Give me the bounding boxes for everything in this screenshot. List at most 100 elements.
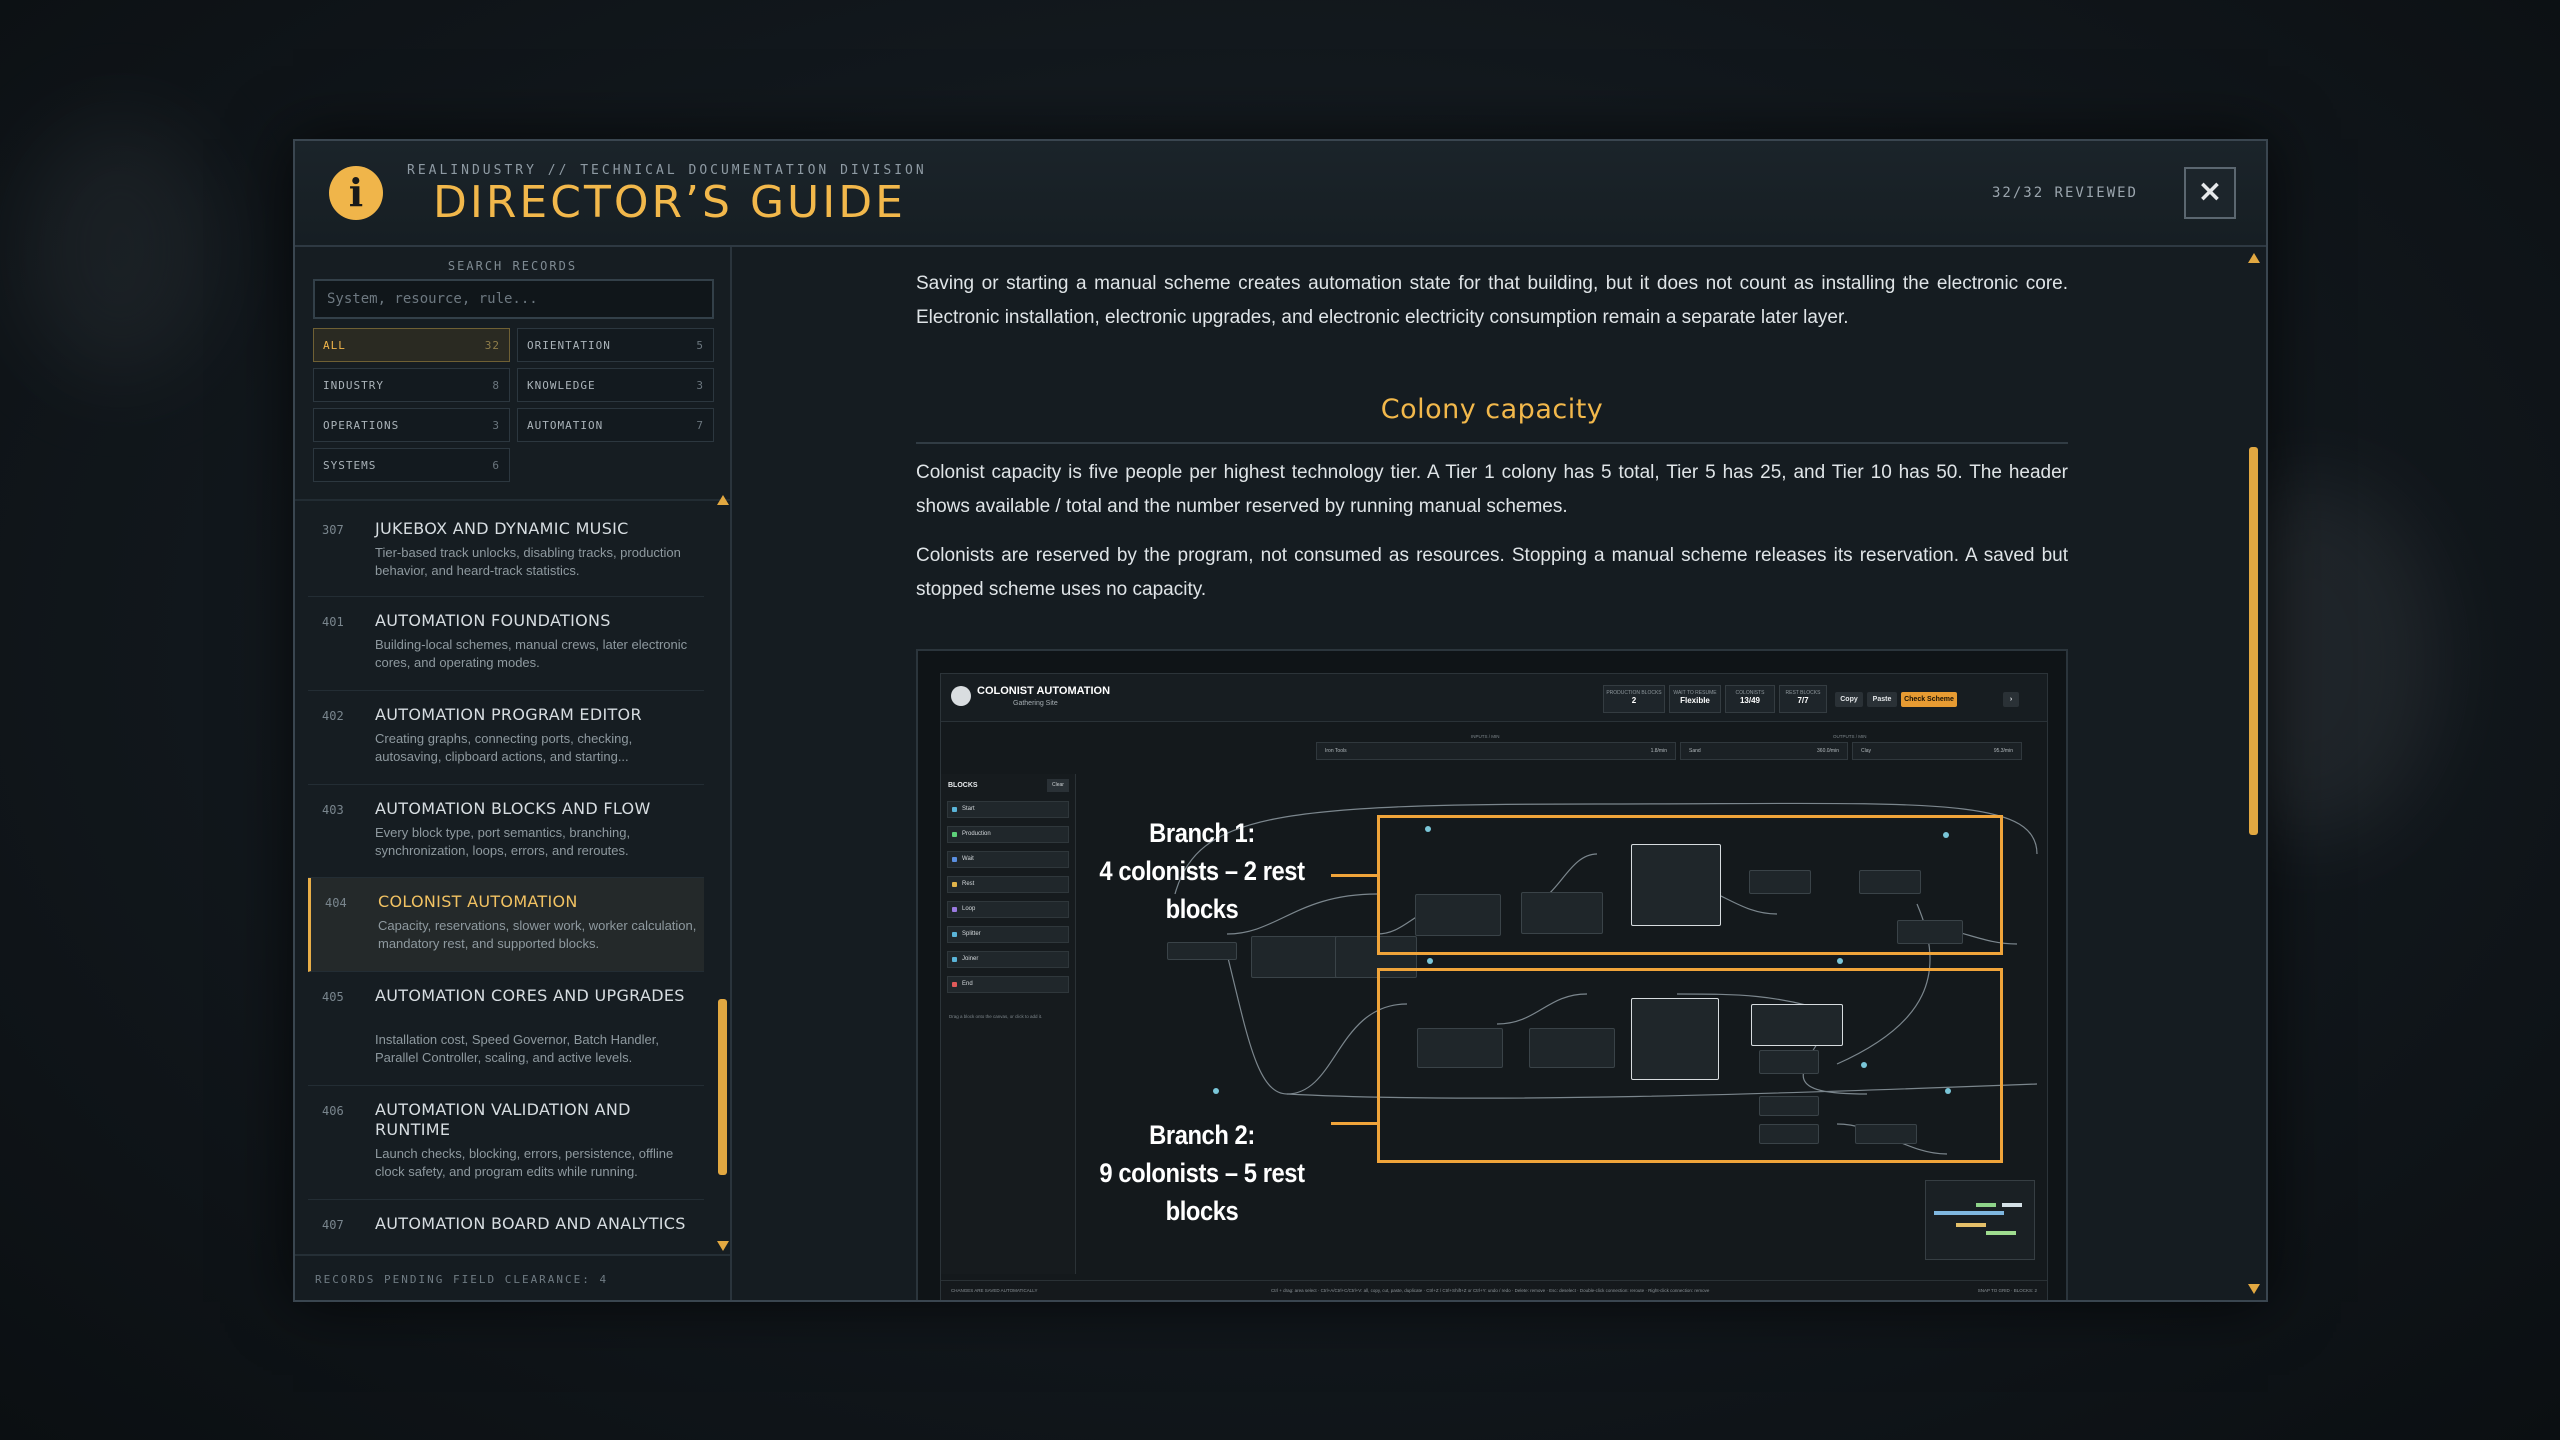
input-item: Iron Tools (1325, 748, 1347, 754)
record-item[interactable]: 307 JUKEBOX AND DYNAMIC MUSIC Tier-based… (308, 505, 704, 597)
record-item[interactable]: 406 AUTOMATION VALIDATION AND RUNTIME La… (308, 1086, 704, 1200)
block-start[interactable]: Start (947, 801, 1069, 818)
record-number: 407 (322, 1218, 344, 1232)
scroll-up-icon[interactable] (2248, 253, 2260, 263)
block-production[interactable]: Production (947, 826, 1069, 843)
record-number: 404 (325, 896, 347, 910)
record-title: AUTOMATION FOUNDATIONS (375, 611, 611, 630)
branch-2-highlight (1377, 968, 2003, 1163)
inputs-label: INPUTS / MIN (1471, 734, 1500, 739)
divider (295, 499, 730, 501)
record-item-active[interactable]: 404 COLONIST AUTOMATION Capacity, reserv… (308, 878, 704, 972)
record-list: 307 JUKEBOX AND DYNAMIC MUSIC Tier-based… (308, 505, 716, 1251)
record-item[interactable]: 405 AUTOMATION CORES AND UPGRADES Instal… (308, 972, 704, 1086)
reviewed-counter: 32/32 REVIEWED (1991, 185, 2138, 201)
outputs-label: OUTPUTS / MIN (1833, 734, 1867, 739)
branch-1-highlight (1377, 815, 2003, 955)
record-desc: Every block type, port semantics, branch… (375, 825, 631, 858)
filter-orientation[interactable]: ORIENTATION 5 (517, 328, 714, 362)
record-title: AUTOMATION CORES AND UPGRADES (375, 986, 685, 1005)
sidebar-scrollbar[interactable] (718, 999, 727, 1175)
check-scheme-button[interactable]: Check Scheme (1901, 692, 1957, 707)
search-input[interactable] (313, 279, 714, 319)
record-item[interactable]: 402 AUTOMATION PROGRAM EDITOR Creating g… (308, 691, 704, 785)
record-desc: Installation cost, Speed Governor, Batch… (375, 1032, 660, 1065)
port-icon[interactable] (1427, 958, 1433, 964)
filter-count: 5 (696, 338, 704, 352)
branch-2-detail: 9 colonists – 5 rest blocks (1099, 1158, 1305, 1226)
paste-button[interactable]: Paste (1867, 692, 1897, 707)
record-item[interactable]: 403 AUTOMATION BLOCKS AND FLOW Every blo… (308, 785, 704, 878)
header-kicker: REALINDUSTRY // TECHNICAL DOCUMENTATION … (407, 163, 927, 178)
record-title: AUTOMATION BLOCKS AND FLOW (375, 799, 651, 818)
section-title: Colony capacity (1380, 394, 1604, 425)
record-item[interactable]: 401 AUTOMATION FOUNDATIONS Building-loca… (308, 597, 704, 691)
block-wait[interactable]: Wait (947, 851, 1069, 868)
record-title: JUKEBOX AND DYNAMIC MUSIC (375, 519, 629, 538)
scroll-down-icon[interactable] (717, 1241, 729, 1251)
chevron-right-icon[interactable]: › (2003, 692, 2019, 707)
record-title: AUTOMATION PROGRAM EDITOR (375, 705, 642, 724)
input-rate: 1.8/min (1650, 748, 1667, 754)
block-color-dot (952, 957, 957, 962)
copy-button[interactable]: Copy (1835, 692, 1863, 707)
block-end[interactable]: End (947, 976, 1069, 993)
stat-value: 2 (1631, 696, 1637, 705)
page-title: DIRECTOR’S GUIDE (433, 177, 906, 228)
block-color-dot (952, 807, 957, 812)
filter-operations[interactable]: OPERATIONS 3 (313, 408, 510, 442)
filter-label: OPERATIONS (323, 418, 400, 432)
block-color-dot (952, 882, 957, 887)
sidebar-footer: RECORDS PENDING FIELD CLEARANCE: 4 (295, 1254, 730, 1300)
filter-count: 3 (696, 378, 704, 392)
shortcut-hints: Ctrl + drag: area select · Ctrl+A/Ctrl+C… (1271, 1288, 1710, 1293)
embedded-screenshot: COLONIST AUTOMATION Gathering Site PRODU… (940, 673, 2048, 1300)
graph-node[interactable] (1251, 936, 1341, 978)
filter-label: ORIENTATION (527, 338, 611, 352)
divider (916, 442, 2068, 444)
record-desc: Building-local schemes, manual crews, la… (375, 637, 688, 670)
sidebar: SEARCH RECORDS ALL 32 ORIENTATION 5 INDUST… (295, 247, 732, 1300)
output-rate: 95.3/min (1993, 748, 2013, 754)
minimap-block (2002, 1203, 2022, 1207)
block-rest[interactable]: Rest (947, 876, 1069, 893)
block-label: Loop (962, 906, 976, 912)
filter-label: AUTOMATION (527, 418, 604, 432)
record-item[interactable]: 407 AUTOMATION BOARD AND ANALYTICS (308, 1200, 704, 1251)
record-desc: Capacity, reservations, slower work, wor… (378, 918, 697, 951)
content-scrollbar[interactable] (2249, 447, 2258, 835)
output-item: Sand (1689, 748, 1701, 754)
shot-title: COLONIST AUTOMATION (977, 685, 1111, 697)
filter-label: ALL (323, 338, 346, 352)
close-button[interactable]: × (2184, 167, 2236, 219)
block-loop[interactable]: Loop (947, 901, 1069, 918)
record-number: 406 (322, 1104, 344, 1118)
port-icon[interactable] (1837, 958, 1843, 964)
filter-automation[interactable]: AUTOMATION 7 (517, 408, 714, 442)
scroll-down-icon[interactable] (2248, 1284, 2260, 1294)
record-title: AUTOMATION BOARD AND ANALYTICS (375, 1214, 686, 1233)
filter-knowledge[interactable]: KNOWLEDGE 3 (517, 368, 714, 402)
block-joiner[interactable]: Joiner (947, 951, 1069, 968)
block-label: Joiner (962, 956, 979, 962)
output-row: Clay 95.3/min (1852, 742, 2022, 760)
record-title: COLONIST AUTOMATION (378, 892, 578, 911)
block-splitter[interactable]: Splitter (947, 926, 1069, 943)
filter-all[interactable]: ALL 32 (313, 328, 510, 362)
port-icon[interactable] (1213, 1088, 1219, 1094)
shot-subtitle: Gathering Site (1013, 700, 1058, 707)
minimap-block (1976, 1203, 1996, 1207)
minimap-block (1956, 1223, 1986, 1227)
graph-minimap[interactable] (1925, 1180, 2035, 1260)
graph-node[interactable] (1167, 942, 1237, 960)
filter-systems[interactable]: SYSTEMS 6 (313, 448, 510, 482)
block-label: End (962, 981, 973, 987)
shot-footer: CHANGES ARE SAVED AUTOMATICALLY Ctrl + d… (941, 1280, 2047, 1300)
clear-button[interactable]: Clear (1047, 779, 1069, 792)
content-panel: Saving or starting a manual scheme creat… (734, 247, 2266, 1300)
filter-industry[interactable]: INDUSTRY 8 (313, 368, 510, 402)
input-row: Iron Tools 1.8/min (1316, 742, 1676, 760)
branch-1-connector (1331, 874, 1379, 877)
screenshot-figure: COLONIST AUTOMATION Gathering Site PRODU… (916, 649, 2068, 1300)
scroll-up-icon[interactable] (717, 495, 729, 505)
